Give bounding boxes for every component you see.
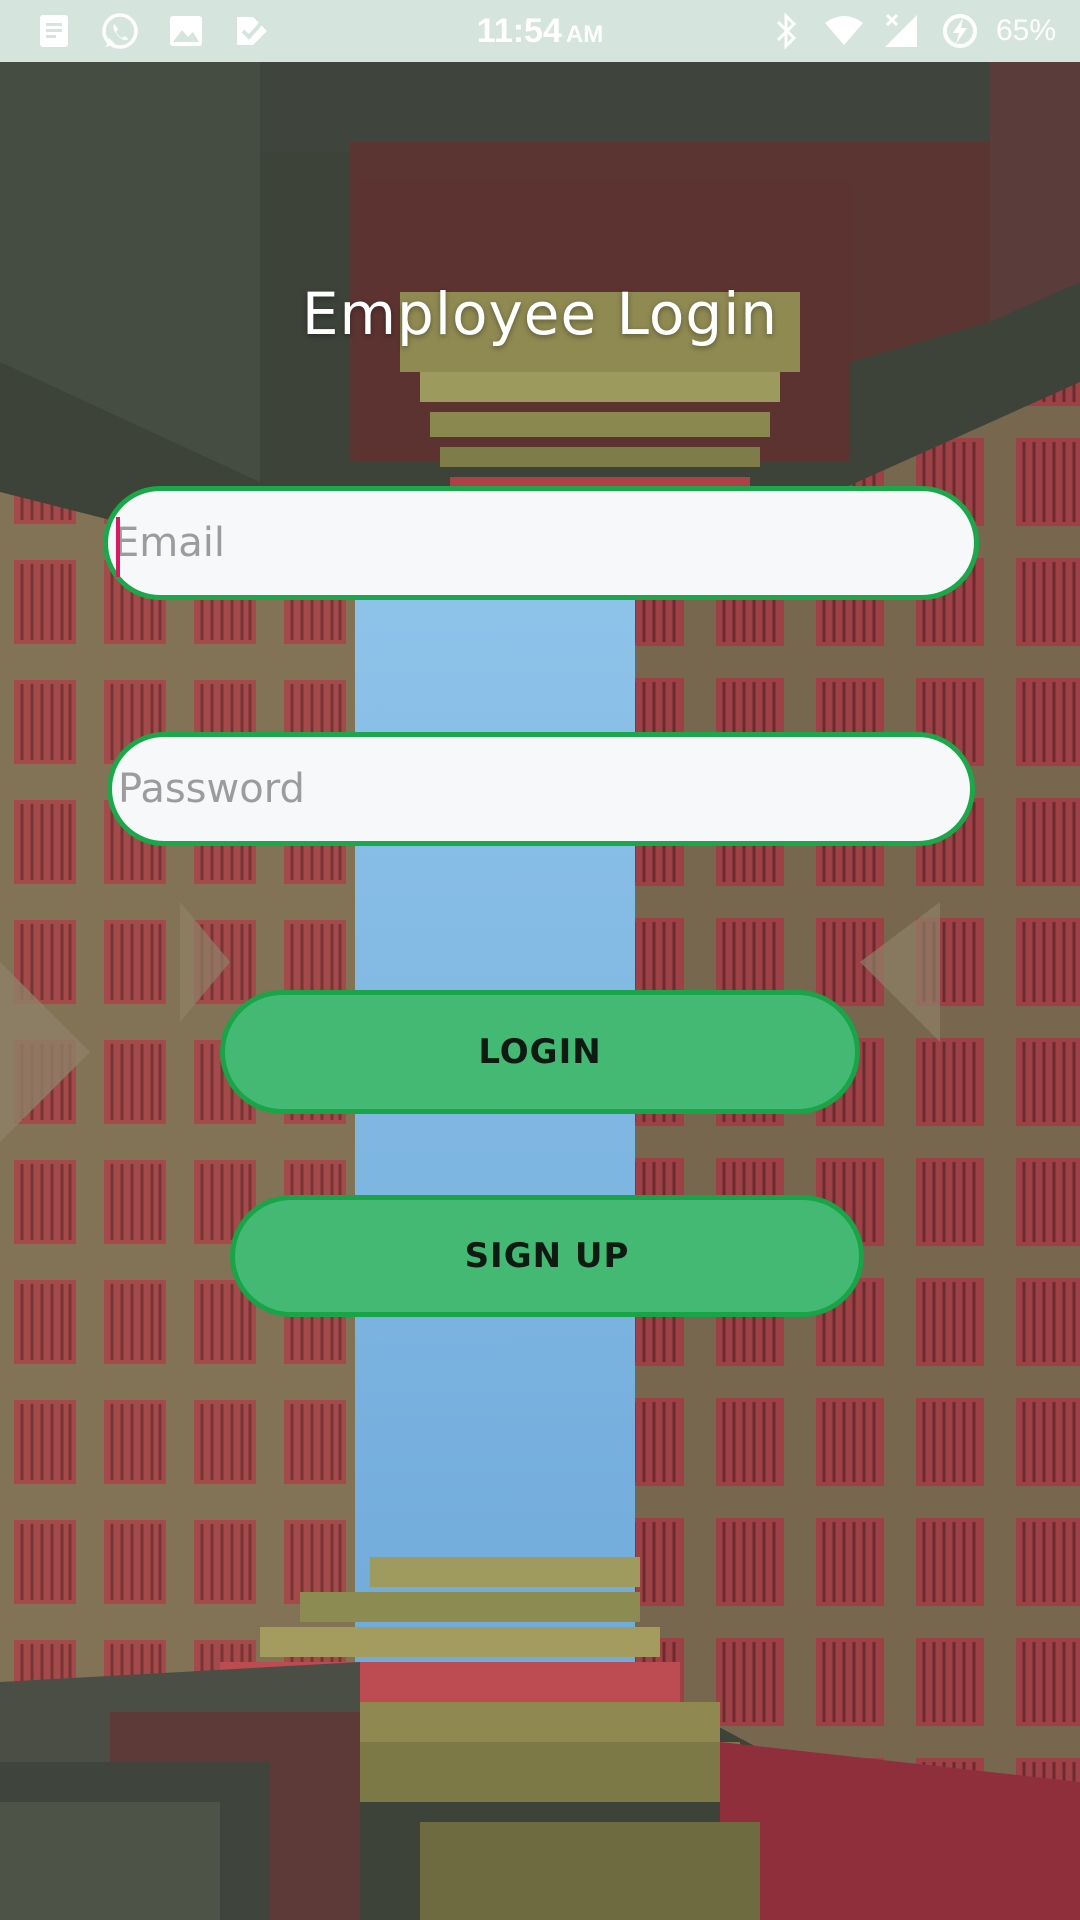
text-cursor bbox=[116, 517, 120, 577]
email-field-container[interactable] bbox=[103, 486, 979, 600]
password-field-container[interactable] bbox=[107, 732, 975, 846]
signup-button-label: SIGN UP bbox=[464, 1236, 630, 1276]
status-bar: 11:54 AM 65% bbox=[0, 0, 1080, 62]
email-input[interactable] bbox=[108, 491, 974, 595]
login-button[interactable]: LOGIN bbox=[220, 990, 860, 1114]
clock-ampm: AM bbox=[565, 21, 604, 48]
clock: 11:54 AM bbox=[0, 0, 1080, 66]
login-button-label: LOGIN bbox=[478, 1032, 602, 1072]
page-title: Employee Login bbox=[301, 280, 779, 348]
signup-button[interactable]: SIGN UP bbox=[230, 1195, 864, 1317]
clock-time: 11:54 bbox=[476, 12, 562, 50]
password-input[interactable] bbox=[112, 737, 970, 841]
